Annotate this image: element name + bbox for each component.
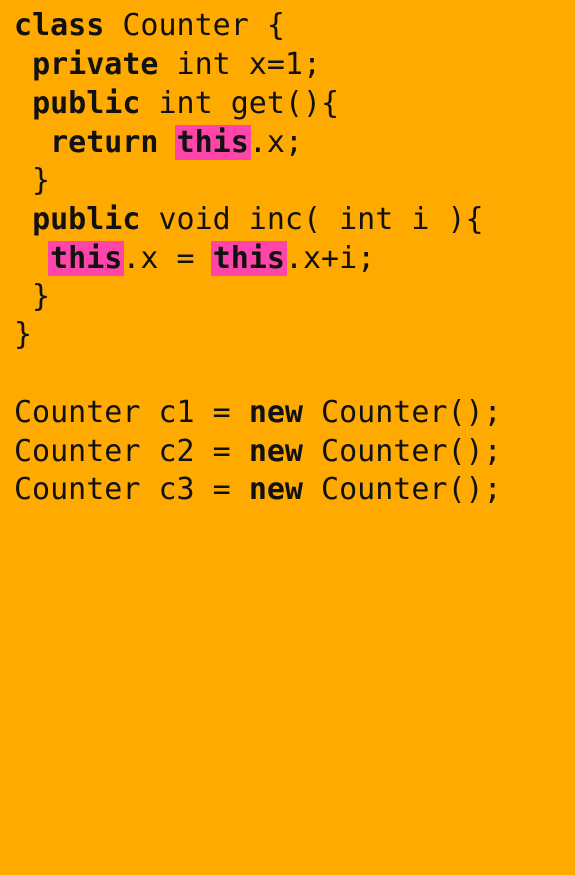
code-line-new-c3: Counter c3 = new Counter(); bbox=[14, 471, 502, 509]
keyword-this-highlighted: this bbox=[174, 125, 251, 160]
keyword-new: new bbox=[248, 472, 303, 507]
code-line-inc-method: public void inc( int i ){ bbox=[14, 201, 484, 239]
inc-signature: void inc( int i ){ bbox=[140, 202, 484, 237]
keyword-new: new bbox=[248, 434, 303, 469]
code-line-class-decl: class Counter { bbox=[14, 7, 285, 45]
code-line-new-c1: Counter c1 = new Counter(); bbox=[14, 394, 502, 432]
decl-c1: Counter c1 = bbox=[14, 395, 249, 430]
field-decl: int x=1; bbox=[158, 47, 322, 82]
constructor-call: Counter(); bbox=[303, 395, 502, 430]
code-line-close-inc: } bbox=[14, 278, 50, 316]
code-line-new-c2: Counter c2 = new Counter(); bbox=[14, 433, 502, 471]
keyword-private: private bbox=[32, 47, 159, 82]
assign-op: .x = bbox=[122, 241, 213, 276]
closing-brace: } bbox=[14, 163, 51, 198]
return-expr: .x; bbox=[248, 125, 303, 160]
keyword-public: public bbox=[32, 86, 141, 121]
class-name: Counter { bbox=[104, 8, 285, 43]
code-line-close-get: } bbox=[14, 162, 50, 200]
code-line-field: private int x=1; bbox=[14, 46, 321, 84]
decl-c3: Counter c3 = bbox=[14, 472, 249, 507]
keyword-this-highlighted: this bbox=[210, 241, 287, 276]
code-line-close-class: } bbox=[14, 316, 32, 354]
assign-expr: .x+i; bbox=[284, 241, 376, 276]
closing-brace: } bbox=[14, 317, 33, 352]
closing-brace: } bbox=[14, 279, 51, 314]
keyword-public: public bbox=[32, 202, 141, 237]
keyword-new: new bbox=[248, 395, 303, 430]
decl-c2: Counter c2 = bbox=[14, 434, 249, 469]
code-listing: class Counter { private int x=1; public … bbox=[0, 0, 575, 515]
get-signature: int get(){ bbox=[140, 86, 340, 121]
keyword-return: return bbox=[50, 125, 159, 160]
keyword-class: class bbox=[14, 8, 105, 43]
code-line-assignment: this.x = this.x+i; bbox=[14, 240, 375, 278]
code-line-return: return this.x; bbox=[14, 124, 303, 162]
constructor-call: Counter(); bbox=[303, 434, 502, 469]
constructor-call: Counter(); bbox=[303, 472, 502, 507]
keyword-this-highlighted: this bbox=[48, 241, 125, 276]
code-line-get-method: public int get(){ bbox=[14, 85, 339, 123]
